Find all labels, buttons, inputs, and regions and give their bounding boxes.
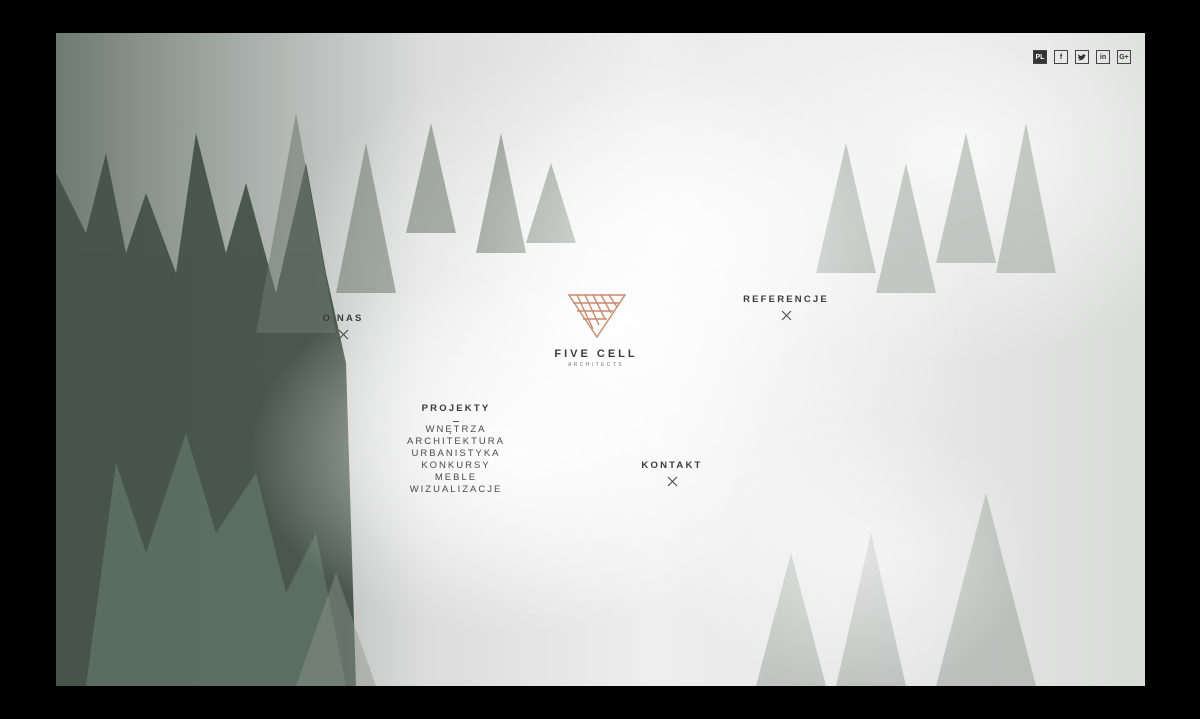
submenu-item-urbanistyka[interactable]: URBANISTYKA: [386, 448, 526, 460]
googleplus-icon[interactable]: G+: [1117, 50, 1131, 64]
social-bar: PL f in G+: [1033, 50, 1131, 64]
brand-tagline: ARCHITECTS: [568, 362, 624, 368]
nav-referencje-label: REFERENCJE: [743, 294, 829, 305]
submenu-item-konkursy[interactable]: KONKURSY: [386, 460, 526, 472]
five-cell-logo-icon: [567, 294, 627, 339]
submenu-item-wizualizacje[interactable]: WIZUALIZACJE: [386, 484, 526, 496]
submenu-item-meble[interactable]: MEBLE: [386, 472, 526, 484]
projekty-submenu: WNĘTRZA ARCHITEKTURA URBANISTYKA KONKURS…: [386, 418, 526, 496]
hero-background: PL f in G+ FIVE CELL ARCHITECTS O NAS RE…: [56, 33, 1145, 686]
divider: [453, 421, 459, 422]
nav-o-nas-label: O NAS: [322, 313, 364, 324]
nav-kontakt[interactable]: KONTAKT: [622, 460, 722, 487]
linkedin-icon[interactable]: in: [1096, 50, 1110, 64]
twitter-icon[interactable]: [1075, 50, 1089, 64]
language-button[interactable]: PL: [1033, 50, 1047, 64]
nav-referencje[interactable]: REFERENCJE: [736, 294, 836, 321]
nav-projekty[interactable]: PROJEKTY: [406, 403, 506, 414]
submenu-item-wnetrza[interactable]: WNĘTRZA: [386, 424, 526, 436]
brand-name: FIVE CELL: [554, 348, 638, 360]
nav-kontakt-label: KONTAKT: [641, 460, 703, 471]
close-cross-icon: [667, 476, 677, 487]
facebook-icon[interactable]: f: [1054, 50, 1068, 64]
close-cross-icon: [781, 310, 791, 321]
nav-o-nas[interactable]: O NAS: [318, 313, 368, 340]
close-cross-icon: [338, 329, 348, 340]
brand-logo[interactable]: FIVE CELL ARCHITECTS: [536, 291, 656, 368]
nav-projekty-label: PROJEKTY: [421, 403, 491, 414]
submenu-item-architektura[interactable]: ARCHITEKTURA: [386, 436, 526, 448]
